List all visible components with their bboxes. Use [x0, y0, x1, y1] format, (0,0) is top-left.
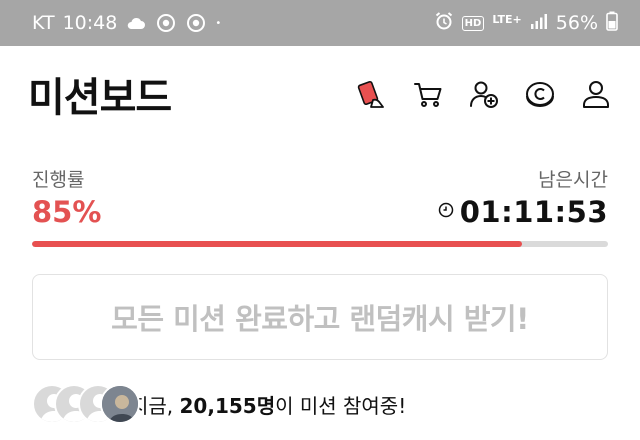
participants-text: 지금, 20,155명이 미션 참여중! — [130, 390, 406, 419]
cart-icon[interactable] — [412, 78, 444, 110]
add-friend-icon[interactable] — [468, 78, 500, 110]
complete-all-missions-button[interactable]: 모든 미션 완료하고 랜덤캐시 받기! — [32, 274, 608, 360]
remaining-time-label: 남은시간 — [538, 169, 608, 191]
page-title: 미션보드 — [28, 75, 172, 121]
status-right: HD LTE+ 56% — [434, 11, 618, 36]
status-left: KT 10:48 • — [32, 12, 221, 34]
avatar-group — [32, 382, 140, 426]
cta-label: 모든 미션 완료하고 랜덤캐시 받기! — [111, 302, 529, 336]
progress-value: 85% — [32, 195, 102, 229]
battery-icon — [606, 11, 618, 36]
header-actions — [356, 78, 612, 110]
app-header: 미션보드 — [0, 46, 640, 142]
remaining-time: 01:11:53 — [438, 195, 608, 229]
progress-bar — [32, 241, 608, 247]
status-bar: KT 10:48 • HD LTE+ 56% — [0, 0, 640, 46]
signal-icon — [530, 12, 548, 34]
coin-icon[interactable] — [524, 78, 556, 110]
profile-icon[interactable] — [580, 78, 612, 110]
cloud-icon — [125, 12, 147, 34]
clock: 10:48 — [62, 12, 118, 34]
participants-row: 지금, 20,155명이 미션 참여중! — [32, 382, 406, 426]
mission-card-icon[interactable] — [356, 78, 388, 110]
chrome-icon — [155, 12, 177, 34]
participants-count: 20,155명 — [179, 393, 276, 418]
participants-suffix: 이 미션 참여중! — [275, 393, 407, 418]
chrome-icon — [185, 12, 207, 34]
network-type: LTE+ — [492, 12, 522, 26]
carrier-label: KT — [32, 12, 55, 34]
alarm-icon — [434, 11, 454, 36]
clock-icon — [438, 202, 454, 222]
progress-label: 진행률 — [32, 169, 85, 191]
progress-bar-fill — [32, 241, 522, 247]
remaining-time-value: 01:11:53 — [459, 195, 608, 229]
avatar — [100, 384, 140, 424]
battery-percent: 56% — [555, 12, 598, 34]
notification-dot: • — [215, 17, 222, 29]
hd-badge: HD — [461, 15, 485, 31]
